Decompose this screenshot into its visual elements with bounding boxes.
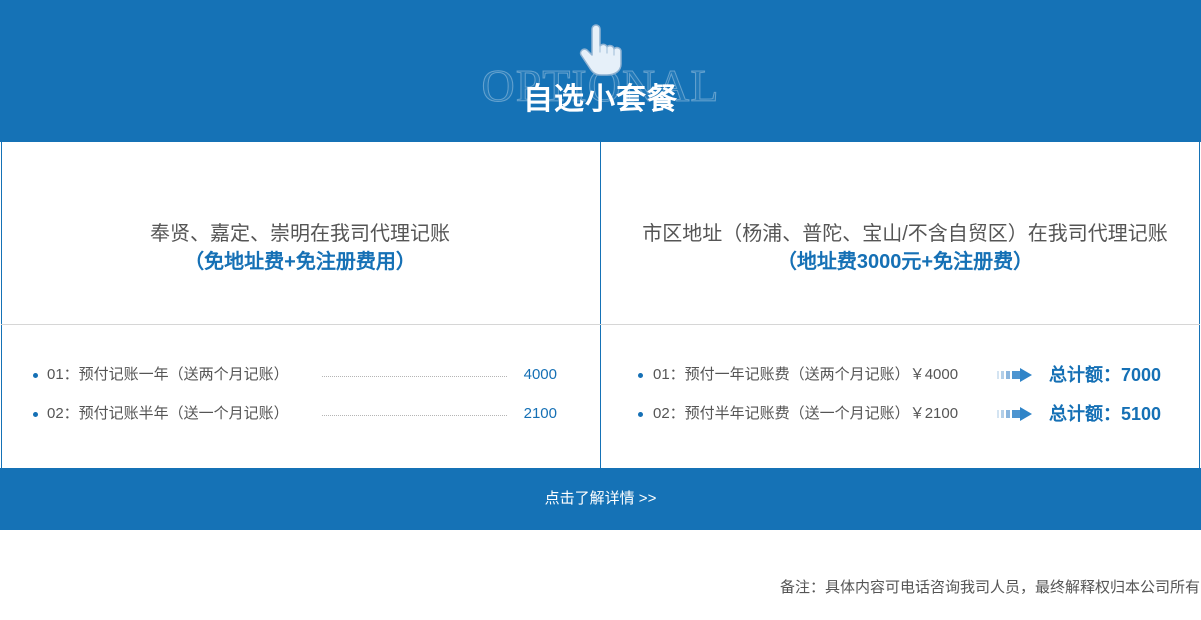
bullet-dot [638, 412, 643, 417]
package-card-city: 市区地址（杨浦、普陀、宝山/不含自贸区）在我司代理记账 （地址费3000元+免注… [600, 142, 1200, 468]
bullet-dot [33, 373, 38, 378]
dotted-leader [322, 415, 507, 416]
package-item: 02：预付记账半年（送一个月记账） 2100 [0, 404, 600, 424]
package-item: 02：预付半年记账费（送一个月记账）￥2100 总计额：5100 [600, 404, 1200, 424]
page-title: 自选小套餐 [523, 83, 678, 116]
item-label-with-price: 01：预付一年记账费（送两个月记账）￥4000 [653, 365, 958, 385]
item-label: 01：预付记账一年（送两个月记账） [47, 366, 289, 383]
total-label: 总计额： [1049, 404, 1121, 424]
item-price: 2100 [523, 405, 557, 422]
total-value: 5100 [1121, 404, 1162, 424]
arrow-right-icon [997, 407, 1032, 421]
item-price: ￥4000 [909, 366, 959, 383]
dotted-leader [322, 376, 507, 377]
item-label-with-price: 02：预付半年记账费（送一个月记账）￥2100 [653, 404, 958, 424]
package-card-suburb: 奉贤、嘉定、崇明在我司代理记账 （免地址费+免注册费用） 01：预付记账一年（送… [0, 142, 600, 468]
item-total: 总计额：7000 [1049, 363, 1161, 387]
item-label: 01：预付一年记账费（送两个月记账） [653, 366, 910, 383]
package-description: 奉贤、嘉定、崇明在我司代理记账 [150, 223, 450, 245]
bullet-dot [638, 373, 643, 378]
details-link-button[interactable]: 点击了解详情 >> [0, 468, 1201, 530]
item-total: 总计额：5100 [1049, 402, 1161, 426]
bullet-dot [33, 412, 38, 417]
package-item: 01：预付一年记账费（送两个月记账）￥4000 总计额：7000 [600, 365, 1200, 385]
hand-pointer-icon [579, 24, 622, 76]
item-price: 4000 [523, 366, 557, 383]
package-highlight: （免地址费+免注册费用） [184, 251, 416, 273]
item-label: 02：预付记账半年（送一个月记账） [47, 405, 289, 422]
header-banner: OPTIONAL 自选小套餐 [0, 0, 1201, 142]
item-price: ￥2100 [909, 405, 959, 422]
total-value: 7000 [1121, 365, 1162, 385]
package-item: 01：预付记账一年（送两个月记账） 4000 [0, 365, 600, 385]
packages-panel: 奉贤、嘉定、崇明在我司代理记账 （免地址费+免注册费用） 01：预付记账一年（送… [0, 142, 1201, 468]
package-highlight: （地址费3000元+免注册费） [776, 251, 1034, 273]
total-label: 总计额： [1049, 365, 1121, 385]
item-label: 02：预付半年记账费（送一个月记账） [653, 405, 910, 422]
package-description: 市区地址（杨浦、普陀、宝山/不含自贸区）在我司代理记账 [642, 223, 1168, 245]
footer-note: 备注：具体内容可电话咨询我司人员，最终解释权归本公司所有 [779, 579, 1200, 596]
arrow-right-icon [997, 368, 1032, 382]
